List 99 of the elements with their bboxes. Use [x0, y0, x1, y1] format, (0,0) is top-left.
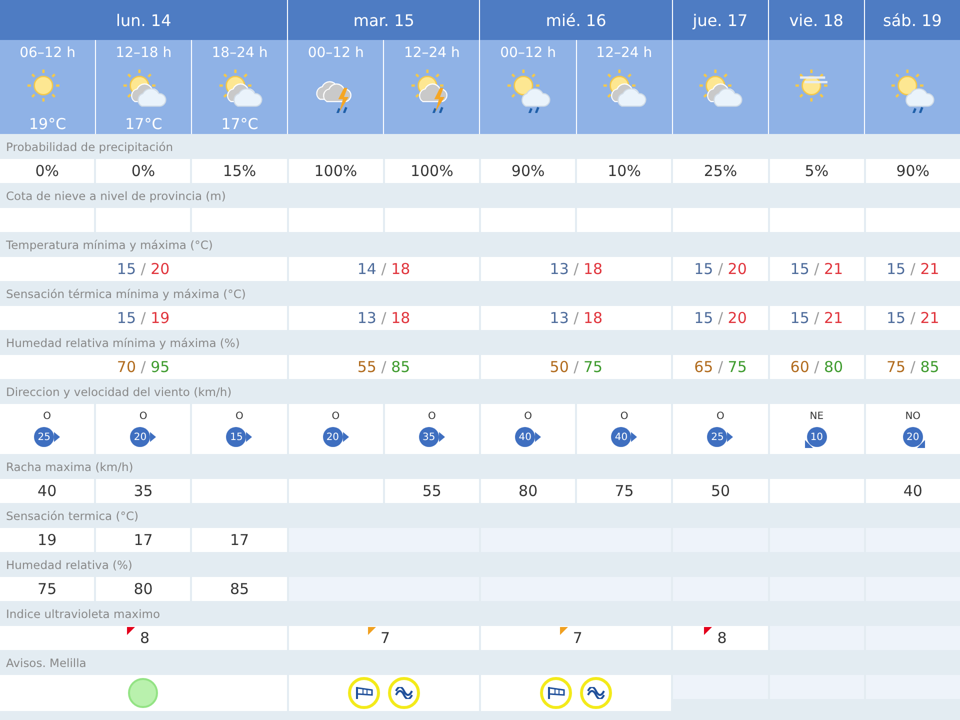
min-max-value: 65 / 75: [694, 358, 747, 376]
wind-direction: NE: [810, 411, 824, 422]
period-label: 18–24 h: [212, 45, 268, 61]
wind-direction: O: [524, 411, 532, 422]
wind-direction: O: [139, 411, 148, 422]
day-header: lun. 14: [0, 0, 288, 40]
period-label: 06–12 h: [20, 45, 76, 61]
table-cell: 75: [0, 577, 94, 601]
period-label: 00–12 h: [500, 45, 556, 61]
min-max-value: 70 / 95: [116, 358, 170, 376]
day-header: mié. 16: [480, 0, 672, 40]
period-label: 00–12 h: [308, 45, 364, 61]
waves-icon: [587, 687, 606, 699]
min-max-value: 15 / 21: [886, 260, 940, 278]
table-cell: 90%: [866, 159, 960, 183]
arrow-icon: [804, 440, 813, 448]
table-cell: 85: [192, 577, 287, 601]
row-label: Probabilidad de precipitación: [5, 139, 174, 156]
table-cell: 10%: [577, 159, 672, 183]
arrow-icon: [727, 432, 734, 442]
min-max-value: 55 / 85: [357, 358, 410, 376]
uv-index: 8: [137, 629, 150, 647]
wind-direction: O: [43, 411, 52, 422]
row-label: Avisos. Melilla: [5, 655, 88, 672]
min-max-value: 13 / 18: [550, 260, 603, 278]
row-label: Direccion y velocidad del viento (km/h): [5, 384, 233, 401]
table-cell: 50: [673, 479, 768, 503]
uv-index: 7: [378, 629, 390, 647]
wind-speed-badge: 10: [806, 427, 827, 447]
arrow-icon: [916, 440, 925, 448]
table-cell: 0%: [96, 159, 190, 183]
day-header: jue. 17: [672, 0, 768, 40]
table-cell: 19: [0, 528, 94, 552]
table-cell: 55: [384, 479, 479, 503]
min-max-value: 15 / 20: [116, 260, 170, 278]
row-label: Racha maxima (km/h): [5, 459, 134, 476]
uv-index: 7: [570, 629, 582, 647]
day-header: vie. 18: [768, 0, 864, 40]
min-max-value: 15 / 21: [886, 309, 940, 327]
uv-index: 8: [714, 629, 727, 647]
arrow-icon: [342, 432, 349, 442]
day-header: mar. 15: [288, 0, 480, 40]
table-cell: 25%: [673, 159, 768, 183]
min-max-value: 15 / 21: [790, 309, 844, 327]
arrow-icon: [438, 432, 445, 442]
table-cell: 17: [192, 528, 287, 552]
row-label: Sensación térmica mínima y máxima (°C): [5, 286, 247, 303]
table-cell: 15%: [192, 159, 287, 183]
period-temperature: 19°C: [29, 115, 66, 133]
period-label: 12–18 h: [116, 45, 172, 61]
min-max-value: 15 / 21: [790, 260, 844, 278]
wind-speed-badge: 20: [902, 427, 923, 447]
min-max-value: 13 / 18: [357, 309, 410, 327]
min-max-value: 60 / 80: [790, 358, 844, 376]
period-temperature: 17°C: [221, 115, 258, 133]
arrow-icon: [535, 432, 542, 442]
row-label: Indice ultravioleta maximo: [5, 606, 162, 623]
min-max-value: 15 / 19: [116, 309, 170, 327]
row-label: Temperatura mínima y máxima (°C): [5, 237, 214, 254]
table-cell: 5%: [770, 159, 864, 183]
windsock-icon: [354, 686, 373, 700]
table-cell: 40: [866, 479, 960, 503]
row-label: Cota de nieve a nivel de provincia (m): [5, 188, 227, 205]
period-label: 12–24 h: [404, 45, 460, 61]
min-max-value: 13 / 18: [550, 309, 603, 327]
table-cell: 40: [0, 479, 94, 503]
waves-icon: [394, 687, 413, 699]
table-cell: 80: [480, 479, 576, 503]
row-label: Humedad relativa (%): [5, 557, 134, 574]
table-cell: 80: [96, 577, 190, 601]
day-header: sáb. 19: [864, 0, 960, 40]
wind-direction: O: [236, 411, 244, 422]
wind-direction: O: [428, 411, 436, 422]
row-label: Sensación termica (°C): [5, 508, 140, 525]
row-label: Humedad relativa mínima y máxima (%): [5, 335, 241, 352]
arrow-icon: [54, 432, 60, 442]
arrow-icon: [150, 432, 156, 442]
table-cell: 75: [577, 479, 672, 503]
windsock-icon: [547, 686, 566, 700]
period-temperature: 17°C: [125, 115, 162, 133]
min-max-value: 15 / 20: [694, 309, 747, 327]
period-label: 12–24 h: [596, 45, 652, 61]
arrow-icon: [631, 432, 638, 442]
min-max-value: 75 / 85: [886, 358, 940, 376]
table-cell: 100%: [384, 159, 479, 183]
table-cell: 0%: [0, 159, 94, 183]
wind-direction: O: [716, 411, 724, 422]
table-cell: 90%: [480, 159, 576, 183]
min-max-value: 50 / 75: [550, 358, 603, 376]
no-warning-icon: [128, 678, 158, 708]
table-cell: 35: [96, 479, 190, 503]
min-max-value: 14 / 18: [357, 260, 410, 278]
min-max-value: 15 / 20: [694, 260, 747, 278]
wind-direction: O: [620, 411, 628, 422]
table-cell: 17: [96, 528, 190, 552]
table-cell: 100%: [288, 159, 383, 183]
wind-direction: NO: [905, 411, 921, 422]
arrow-icon: [246, 432, 252, 442]
wind-direction: O: [332, 411, 340, 422]
